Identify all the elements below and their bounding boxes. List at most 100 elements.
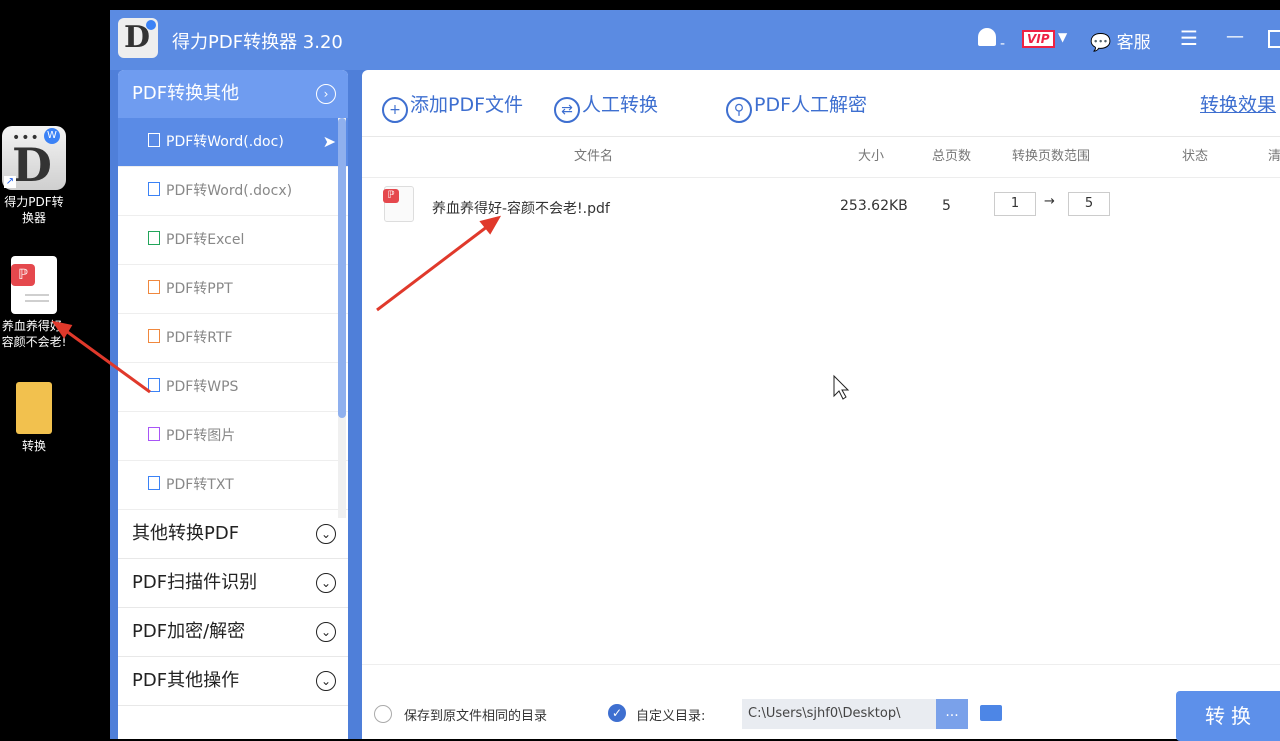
app-window: D 得力PDF转换器 3.20 - VIP ▼ 💬 客服 ☰ — PDF转换其他…: [110, 10, 1280, 741]
chevron-down-icon: ⌄: [316, 671, 336, 691]
pdf-file-icon: ℙ: [11, 256, 57, 314]
chevron-down-icon[interactable]: ▼: [1058, 30, 1067, 44]
add-pdf-button[interactable]: + 添加PDF文件: [382, 90, 523, 123]
manual-decrypt-label: PDF人工解密: [754, 94, 868, 116]
file-pages: 5: [942, 198, 951, 214]
table-row[interactable]: ℙ 养血养得好-容颜不会老!.pdf 253.62KB 5 1 → 5: [362, 178, 1280, 234]
wps-icon: [148, 378, 160, 392]
sidebar-item-pdf-to-rtf[interactable]: PDF转RTF: [118, 314, 348, 363]
deli-pdf-app-icon: ••• D W ↗: [2, 126, 66, 192]
desktop-item-label: 养血养得好-容颜不会老!: [1, 319, 67, 349]
rtf-icon: [148, 329, 160, 343]
swap-icon: ⇄: [554, 97, 580, 123]
sidebar: PDF转换其他 › PDF转Word(.doc) ➤ PDF转Word(.doc…: [118, 70, 348, 739]
file-name: 养血养得好-容颜不会老!.pdf: [432, 201, 610, 217]
desktop-item-pdf[interactable]: ℙ 养血养得好-容颜不会老!: [0, 256, 68, 350]
chevron-down-icon: ⌄: [316, 573, 336, 593]
sidebar-section-other-ops[interactable]: PDF其他操作 ⌄: [118, 657, 348, 706]
sidebar-item-label: PDF转Excel: [166, 232, 245, 248]
col-clear: 清: [1268, 149, 1280, 164]
sidebar-item-pdf-to-wps[interactable]: PDF转WPS: [118, 363, 348, 412]
table-header: 文件名 大小 总页数 转换页数范围 状态 清: [362, 137, 1280, 178]
customer-service-label: 客服: [1116, 33, 1151, 53]
chevron-right-icon: ›: [316, 84, 336, 104]
col-status: 状态: [1182, 149, 1209, 164]
sidebar-section-other-to-pdf[interactable]: 其他转换PDF ⌄: [118, 510, 348, 559]
sidebar-item-label: PDF转Word(.doc): [166, 134, 284, 150]
sidebar-item-pdf-to-excel[interactable]: PDF转Excel: [118, 216, 348, 265]
sidebar-item-label: PDF转TXT: [166, 477, 234, 493]
plus-icon: +: [382, 97, 408, 123]
chevron-down-icon: ⌄: [316, 622, 336, 642]
section-label: PDF加密/解密: [132, 621, 246, 642]
txt-icon: [148, 476, 160, 490]
app-logo-icon: D: [118, 18, 158, 58]
manual-convert-label: 人工转换: [582, 94, 659, 116]
customer-service-button[interactable]: 💬 客服: [1090, 28, 1151, 53]
sidebar-item-label: PDF转图片: [166, 428, 236, 444]
section-label: PDF其他操作: [132, 670, 240, 691]
key-icon: ⚲: [726, 97, 752, 123]
scrollbar-thumb[interactable]: [338, 118, 346, 418]
title-bar: D 得力PDF转换器 3.20 - VIP ▼ 💬 客服 ☰ —: [110, 10, 1280, 70]
custom-dir-check[interactable]: ✓: [608, 704, 626, 722]
conversion-effect-link[interactable]: 转换效果: [1200, 90, 1276, 117]
custom-dir-label[interactable]: 自定义目录:: [636, 705, 705, 724]
sidebar-section-ocr[interactable]: PDF扫描件识别 ⌄: [118, 559, 348, 608]
section-label: PDF扫描件识别: [132, 572, 258, 593]
section-label: 其他转换PDF: [132, 523, 240, 544]
sidebar-item-label: PDF转RTF: [166, 330, 233, 346]
desktop-item-folder[interactable]: 转换: [0, 382, 68, 454]
ppt-icon: [148, 280, 160, 294]
col-size: 大小: [858, 149, 885, 164]
sidebar-item-pdf-to-txt[interactable]: PDF转TXT: [118, 461, 348, 510]
arrow-right-icon: →: [1044, 194, 1055, 209]
col-filename: 文件名: [574, 149, 614, 164]
doc-icon: [148, 133, 160, 147]
add-pdf-label: 添加PDF文件: [410, 94, 524, 116]
sidebar-item-pdf-to-image[interactable]: PDF转图片: [118, 412, 348, 461]
desktop-item-label: 转换: [21, 439, 46, 453]
menu-icon[interactable]: ☰: [1180, 26, 1198, 50]
chevron-down-icon: ⌄: [316, 524, 336, 544]
maximize-icon[interactable]: [1268, 30, 1280, 48]
desktop-item-app[interactable]: ••• D W ↗ 得力PDF转换器: [0, 126, 68, 226]
save-same-dir-radio[interactable]: [374, 705, 392, 723]
chat-icon: 💬: [1090, 33, 1112, 53]
image-icon: [148, 427, 160, 441]
save-same-dir-label[interactable]: 保存到原文件相同的目录: [404, 705, 547, 724]
sidebar-section-pdf-to-other[interactable]: PDF转换其他 ›: [118, 70, 348, 118]
folder-icon: [16, 382, 52, 434]
manual-decrypt-button[interactable]: ⚲ PDF人工解密: [726, 90, 867, 123]
main-panel: + 添加PDF文件 ⇄ 人工转换 ⚲ PDF人工解密 转换效果 文件名 大小 总页数 …: [362, 70, 1280, 741]
output-path-field[interactable]: C:\Users\sjhf0\Desktop\: [742, 699, 936, 729]
sidebar-item-pdf-to-ppt[interactable]: PDF转PPT: [118, 265, 348, 314]
play-arrow-icon: ➤: [322, 132, 336, 151]
sidebar-item-pdf-to-doc[interactable]: PDF转Word(.doc) ➤: [118, 118, 348, 167]
docx-icon: [148, 182, 160, 196]
sidebar-section-encrypt[interactable]: PDF加密/解密 ⌄: [118, 608, 348, 657]
browse-button[interactable]: ...: [936, 699, 968, 729]
sub-list: PDF转Word(.doc) ➤ PDF转Word(.docx) PDF转Exc…: [118, 118, 348, 518]
vip-badge[interactable]: VIP: [1022, 30, 1055, 48]
range-from-input[interactable]: 1: [994, 192, 1036, 216]
col-range: 转换页数范围: [1012, 149, 1091, 164]
excel-icon: [148, 231, 160, 245]
open-folder-icon[interactable]: [980, 705, 1002, 721]
sidebar-item-label: PDF转PPT: [166, 281, 233, 297]
convert-button[interactable]: 转换: [1176, 691, 1280, 741]
range-to-input[interactable]: 5: [1068, 192, 1110, 216]
col-pages: 总页数: [932, 149, 972, 164]
sidebar-item-label: PDF转Word(.docx): [166, 183, 293, 199]
bottom-bar: 保存到原文件相同的目录 ✓ 自定义目录: C:\Users\sjhf0\Desk…: [362, 664, 1280, 741]
bell-icon[interactable]: -: [976, 26, 1005, 52]
sidebar-item-label: PDF转WPS: [166, 379, 239, 395]
file-size: 253.62KB: [840, 198, 908, 214]
toolbar: + 添加PDF文件 ⇄ 人工转换 ⚲ PDF人工解密 转换效果: [362, 70, 1280, 137]
minimize-icon[interactable]: —: [1226, 26, 1244, 47]
pdf-file-icon: ℙ: [383, 186, 414, 222]
manual-convert-button[interactable]: ⇄ 人工转换: [554, 90, 658, 123]
sidebar-item-pdf-to-docx[interactable]: PDF转Word(.docx): [118, 167, 348, 216]
app-title: 得力PDF转换器 3.20: [172, 32, 343, 53]
desktop-item-label: 得力PDF转换器: [4, 195, 64, 225]
